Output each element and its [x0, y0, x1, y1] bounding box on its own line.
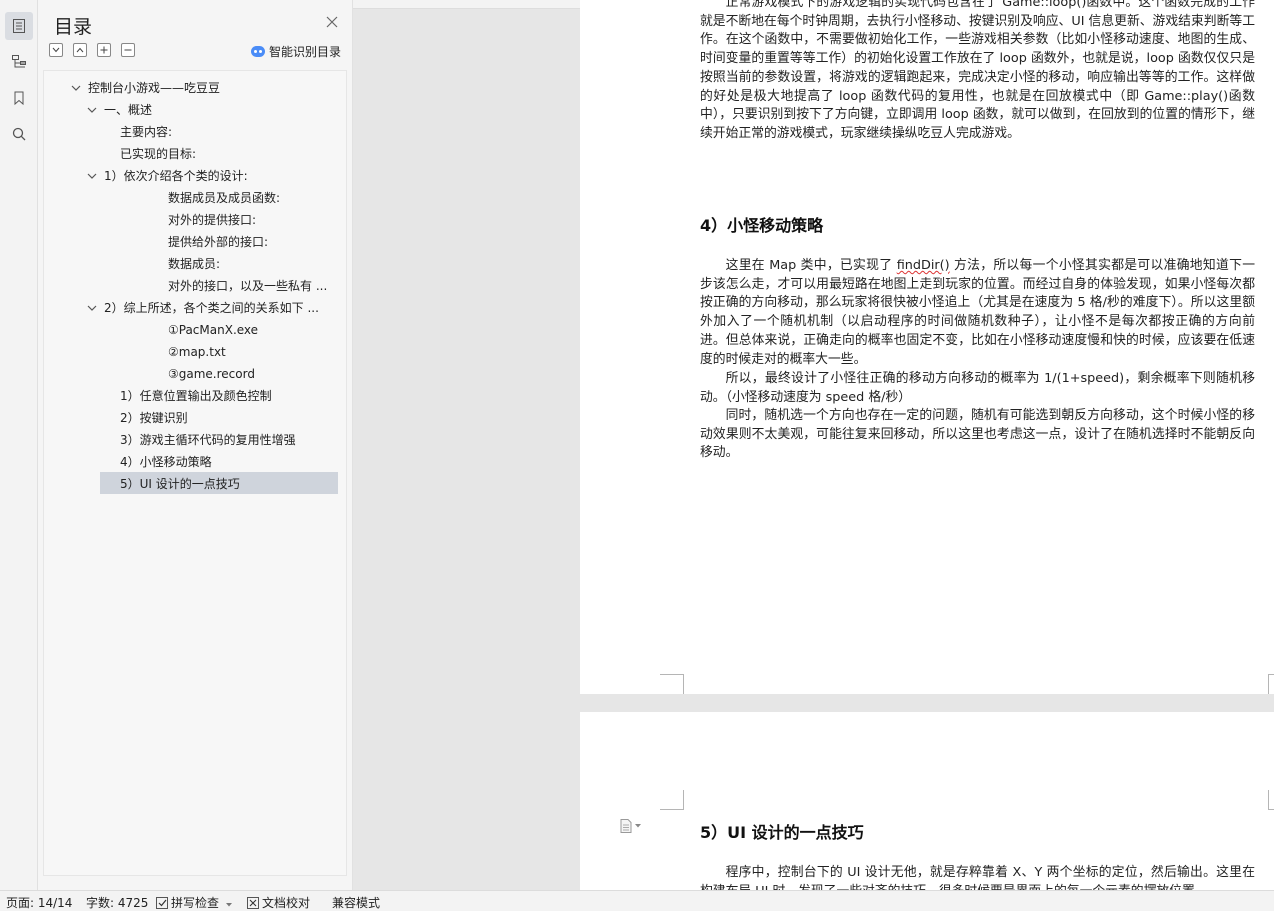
spell-check-label: 拼写检查 — [171, 896, 220, 910]
document-area[interactable]: 正常游戏模式下的游戏逻辑的实现代码包含在了 Game::loop()函数中。这个… — [353, 0, 1274, 890]
toc-item[interactable]: 4）小怪移动策略 — [120, 451, 212, 473]
proofread-icon — [247, 897, 259, 909]
toc-toolbar — [49, 43, 135, 57]
toc-item[interactable]: 1）依次介绍各个类的设计: — [104, 165, 248, 187]
spell-check-button[interactable]: 拼写检查 — [156, 894, 232, 911]
left-toolbar — [0, 0, 38, 890]
toc-item[interactable]: 主要内容: — [120, 121, 172, 143]
toc-item[interactable]: 控制台小游戏——吃豆豆 — [88, 77, 220, 99]
paragraph-finddir: 这里在 Map 类中，已实现了 findDir() 方法，所以每一个小怪其实都是… — [700, 257, 1255, 369]
paragraph-probability: 所以，最终设计了小怪往正确的移动方向移动的概率为 1/(1+speed)，剩余概… — [700, 371, 1255, 405]
structure-icon — [12, 55, 26, 68]
paragraph-text: 这里在 Map 类中，已实现了 — [725, 258, 897, 273]
toc-panel-button[interactable] — [5, 12, 33, 40]
page-count: 页面: 14/14 — [6, 896, 73, 910]
paragraph-random-direction: 同时，随机选一个方向也存在一定的问题，随机有可能选到朝反方向移动，这个时候小怪的… — [700, 408, 1255, 461]
chevron-down-icon[interactable] — [87, 165, 97, 187]
toc-item[interactable]: 5）UI 设计的一点技巧 — [120, 473, 240, 495]
search-icon — [12, 127, 26, 141]
page-corner-mark — [660, 674, 684, 694]
word-processor-window: 目录 智能识别目录 控制台小游戏——吃豆豆 一、概述 主要内容: 已实现的目标: 1）依… — [0, 0, 1274, 911]
search-button[interactable] — [5, 120, 33, 148]
toc-item[interactable]: 数据成员: — [168, 253, 220, 275]
toc-item[interactable]: 1）任意位置输出及颜色控制 — [120, 385, 272, 407]
check-icon — [156, 897, 168, 909]
smart-toc-label: 智能识别目录 — [269, 45, 342, 59]
heading-monster-strategy: 4）小怪移动策略 — [700, 216, 824, 235]
chevron-down-icon[interactable] — [71, 77, 81, 99]
status-bar: 页面: 14/14 字数: 4725 拼写检查 文档校对 兼容模式 — [0, 890, 1274, 911]
page-corner-mark — [1268, 790, 1274, 810]
page-corner-mark — [660, 790, 684, 810]
paragraph-loop-function: 正常游戏模式下的游戏逻辑的实现代码包含在了 Game::loop()函数中。这个… — [700, 0, 1255, 141]
toc-title: 目录 — [54, 16, 93, 38]
heading-ui-tips: 5）UI 设计的一点技巧 — [700, 823, 864, 842]
toc-icon — [13, 19, 25, 33]
toc-item[interactable]: 一、概述 — [104, 99, 152, 121]
document-icon — [620, 819, 632, 833]
ai-icon — [251, 46, 265, 57]
smart-toc-button[interactable]: 智能识别目录 — [251, 43, 341, 60]
caret-down-icon — [635, 824, 641, 828]
caret-down-icon — [225, 903, 232, 907]
bookmark-button[interactable] — [5, 84, 33, 112]
toc-item[interactable]: 2）按键识别 — [120, 407, 188, 429]
paragraph-handle[interactable] — [620, 819, 641, 833]
toc-item[interactable]: 3）游戏主循环代码的复用性增强 — [120, 429, 296, 451]
toc-item[interactable]: 2）综上所述，各个类之间的关系如下 ... — [104, 297, 319, 319]
chevron-up-icon — [76, 47, 84, 53]
spelling-flag: findDir() — [896, 258, 950, 273]
toc-panel: 目录 智能识别目录 控制台小游戏——吃豆豆 一、概述 主要内容: 已实现的目标: 1）依… — [38, 0, 353, 890]
proofread-button[interactable]: 文档校对 — [247, 894, 310, 911]
proofread-label: 文档校对 — [262, 896, 311, 910]
collapse-all-button[interactable] — [49, 43, 63, 57]
bookmark-icon — [14, 91, 24, 106]
chevron-down-icon[interactable] — [87, 297, 97, 319]
page-14: 正常游戏模式下的游戏逻辑的实现代码包含在了 Game::loop()函数中。这个… — [580, 0, 1274, 694]
toc-item[interactable]: 对外的提供接口: — [168, 209, 256, 231]
close-icon[interactable] — [325, 15, 339, 29]
toc-item[interactable]: 数据成员及成员函数: — [168, 187, 280, 209]
chevron-down-icon — [52, 47, 60, 53]
toc-item[interactable]: 已实现的目标: — [120, 143, 196, 165]
navigation-pane-button[interactable] — [5, 48, 33, 76]
expand-up-button[interactable] — [73, 43, 87, 57]
page-corner-mark — [1268, 674, 1274, 694]
chevron-down-icon[interactable] — [87, 99, 97, 121]
compat-mode: 兼容模式 — [332, 896, 381, 910]
add-heading-button[interactable] — [97, 43, 111, 57]
paragraph-text: 方法，所以每一个小怪其实都是可以准确地知道下一步该怎么走，才可以用最短路在地图上… — [700, 258, 1255, 367]
minus-icon — [124, 49, 132, 51]
toc-item[interactable]: ①PacManX.exe — [168, 319, 258, 341]
paragraph-ui-design: 程序中，控制台下的 UI 设计无他，就是存粹靠着 X、Y 两个坐标的定位，然后输… — [700, 865, 1255, 890]
toc-item[interactable]: 提供给外部的接口: — [168, 231, 268, 253]
word-count[interactable]: 字数: 4725 — [86, 894, 148, 911]
toc-item[interactable]: ②map.txt — [168, 341, 226, 363]
plus-icon — [100, 46, 108, 54]
toc-item[interactable]: ③game.record — [168, 363, 255, 385]
remove-heading-button[interactable] — [121, 43, 135, 57]
toc-list: 控制台小游戏——吃豆豆 一、概述 主要内容: 已实现的目标: 1）依次介绍各个类的设计:… — [43, 70, 347, 876]
page-15: 5）UI 设计的一点技巧 程序中，控制台下的 UI 设计无他，就是存粹靠着 X、… — [580, 712, 1274, 890]
toc-item[interactable]: 对外的接口，以及一些私有 ... — [168, 275, 327, 297]
